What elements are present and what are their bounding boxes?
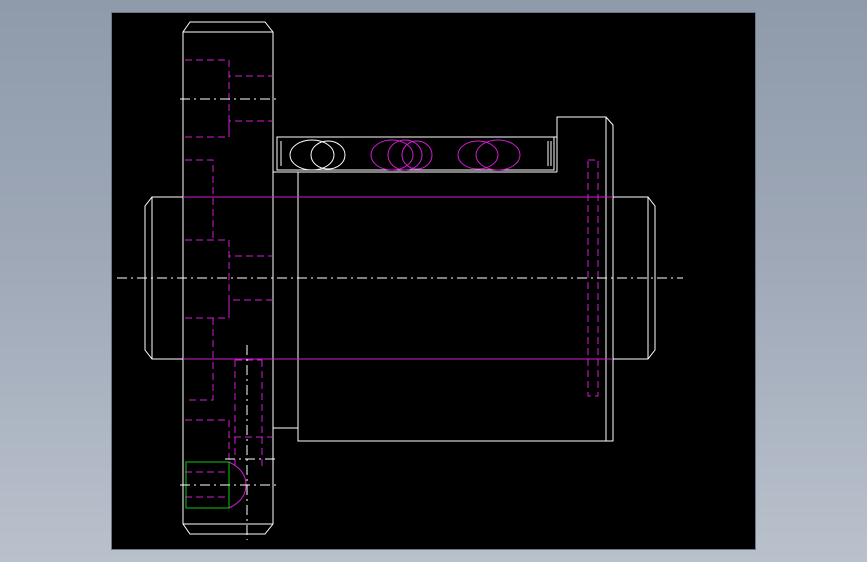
nut-body	[273, 116, 614, 442]
hidden-flange-holes	[185, 59, 273, 500]
balls-group-3	[457, 139, 521, 171]
return-tube	[276, 136, 555, 171]
cad-viewport[interactable]	[112, 13, 755, 549]
balls-group-2	[370, 139, 433, 171]
balls-group-1	[289, 139, 346, 171]
cad-drawing	[117, 21, 683, 540]
